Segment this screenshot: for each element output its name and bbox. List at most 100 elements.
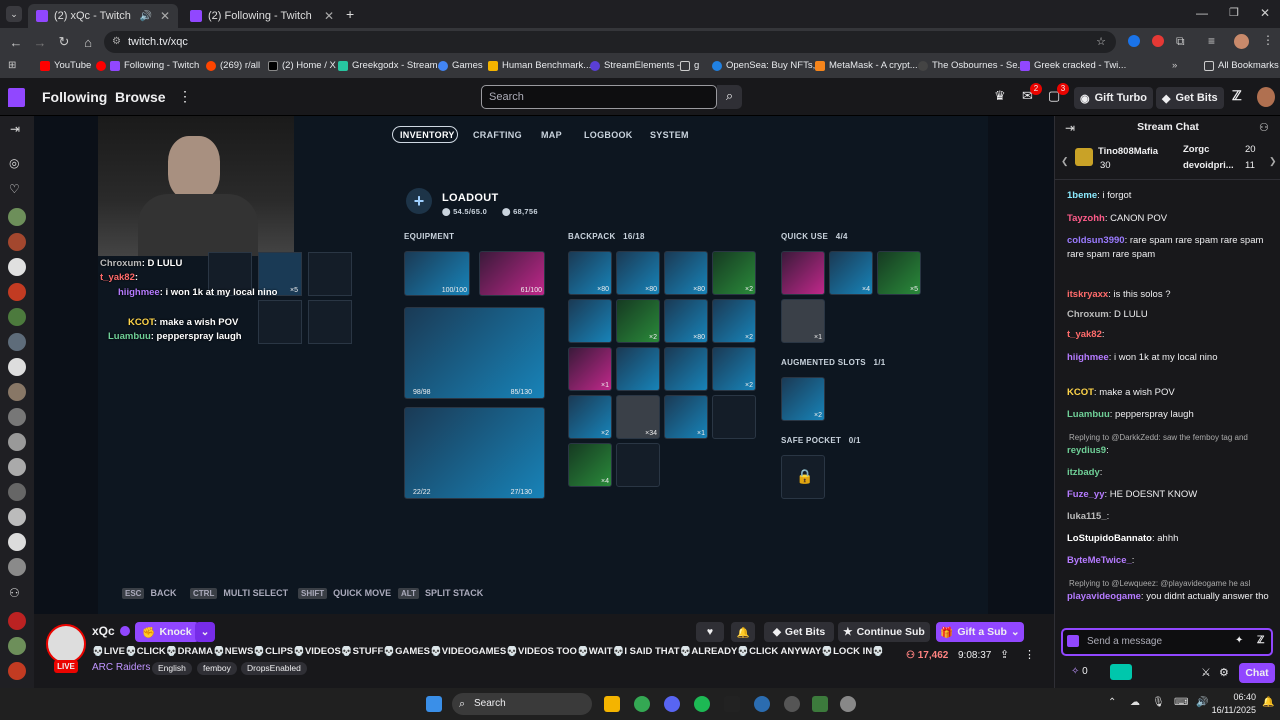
quick-use-slot[interactable] [781, 251, 825, 295]
notification-bell-button[interactable]: 🔔 [731, 622, 755, 642]
channel-avatar[interactable] [8, 283, 26, 301]
add-friend-icon[interactable]: ⚇ [9, 586, 20, 600]
app-icon[interactable] [724, 696, 740, 712]
backpack-slot[interactable]: ×4 [568, 443, 612, 487]
backpack-slot[interactable]: ×80 [568, 251, 612, 295]
backpack-slot[interactable]: ×1 [568, 347, 612, 391]
taskbar-search[interactable]: ⌕ Search [452, 693, 592, 715]
discord-icon[interactable] [664, 696, 680, 712]
continue-sub-button[interactable]: ★ Continue Sub [838, 622, 930, 642]
backpack-slot[interactable]: ×2 [568, 395, 612, 439]
chat-username[interactable]: Luambuu [1067, 409, 1110, 420]
backpack-slot[interactable]: ×2 [616, 299, 660, 343]
backpack-slot[interactable] [568, 299, 612, 343]
backpack-slot[interactable]: ×2 [712, 299, 756, 343]
safe-pocket-slot[interactable]: 🔒 [781, 455, 825, 499]
channel-avatar[interactable] [8, 612, 26, 630]
minimize-icon[interactable]: — [1196, 6, 1208, 20]
stream-category[interactable]: ARC Raiders [92, 662, 150, 673]
new-tab-icon[interactable]: + [346, 6, 354, 22]
clock-time[interactable]: 06:40 [1222, 692, 1256, 702]
twitch-logo-icon[interactable] [8, 88, 25, 107]
chat-username[interactable]: Tayzohh [1067, 213, 1105, 224]
next-icon[interactable]: ❯ [1269, 156, 1277, 167]
tab-xqc[interactable]: (2) xQc - Twitch 🔊 ✕ [28, 4, 178, 28]
chat-username[interactable]: itzbady [1067, 467, 1100, 478]
url-field[interactable]: ⚙ twitch.tv/xqc ☆ [104, 31, 1116, 53]
channel-avatar[interactable] [8, 333, 26, 351]
channel-avatar[interactable] [8, 308, 26, 326]
channel-avatar[interactable] [8, 408, 26, 426]
tray-chevron-icon[interactable]: ⌃ [1108, 697, 1116, 708]
prev-icon[interactable]: ❮ [1061, 156, 1069, 167]
recommended-icon[interactable]: ◎ [9, 156, 19, 170]
backpack-slot[interactable] [664, 347, 708, 391]
chat-users-icon[interactable]: ⚇ [1259, 121, 1269, 134]
channel-avatar[interactable] [8, 533, 26, 551]
bookmark[interactable]: (269) r/all [206, 60, 260, 71]
channel-avatar[interactable] [8, 233, 26, 251]
bookmark[interactable]: (2) Home / X [268, 60, 336, 71]
bookmark-folder[interactable]: g [680, 60, 699, 71]
augmented-slot[interactable]: ×2 [781, 377, 825, 421]
nav-following[interactable]: Following [42, 89, 107, 105]
knock-dropdown[interactable]: ⌄ [195, 622, 215, 642]
bookmark[interactable]: MetaMask - A crypt... [815, 60, 918, 71]
cloud-icon[interactable]: ☁ [1130, 697, 1140, 708]
audio-icon[interactable]: 🔊 [139, 11, 151, 22]
channel-avatar[interactable] [8, 662, 26, 680]
tab-following[interactable]: (2) Following - Twitch ✕ [182, 4, 342, 28]
backpack-slot[interactable]: ×80 [664, 251, 708, 295]
backpack-slot[interactable] [616, 347, 660, 391]
back-icon[interactable]: ← [4, 35, 28, 50]
backpack-slot[interactable]: ×2 [712, 347, 756, 391]
site-info-icon[interactable]: ⚙ [112, 31, 121, 53]
share-icon[interactable]: ⇪ [1000, 648, 1009, 661]
tag[interactable]: DropsEnabled [241, 662, 307, 675]
channel-avatar[interactable] [8, 208, 26, 226]
backpack-slot[interactable]: ×80 [616, 251, 660, 295]
app-icon[interactable] [812, 696, 828, 712]
chat-username[interactable]: luka115_ [1067, 511, 1107, 522]
reload-icon[interactable]: ↻ [52, 34, 76, 50]
follow-heart-button[interactable]: ♥ [696, 622, 724, 642]
close-window-icon[interactable]: ✕ [1260, 6, 1270, 20]
tag[interactable]: English [152, 662, 192, 675]
spotify-icon[interactable] [694, 696, 710, 712]
heart-icon[interactable]: ♡ [9, 182, 20, 196]
backpack-slot[interactable]: ×2 [712, 251, 756, 295]
backpack-slot[interactable]: ×34 [616, 395, 660, 439]
channel-avatar[interactable] [8, 558, 26, 576]
search-input[interactable]: Search [481, 85, 717, 109]
bookmark[interactable]: Greekgodx - Stream... [338, 60, 445, 71]
extension-icon[interactable] [1152, 35, 1164, 47]
emote-icon[interactable]: ℤ [1232, 88, 1242, 104]
chat-username[interactable]: playavideogame [1067, 591, 1141, 602]
maximize-icon[interactable]: ❐ [1229, 6, 1239, 19]
more-bookmarks-icon[interactable]: » [1172, 60, 1177, 71]
app-icon[interactable] [754, 696, 770, 712]
close-tab-icon[interactable]: ✕ [160, 9, 170, 23]
chat-username[interactable]: coldsun3990 [1067, 235, 1125, 246]
backpack-slot[interactable] [712, 395, 756, 439]
all-bookmarks[interactable]: All Bookmarks [1204, 60, 1279, 71]
weapon-slot-1[interactable]: 98/98 85/130 [404, 307, 545, 399]
start-icon[interactable] [426, 696, 442, 712]
extension-icon[interactable] [1128, 35, 1140, 47]
chat-send-button[interactable]: Chat [1239, 663, 1275, 683]
network-icon[interactable]: ⌨ [1174, 697, 1188, 708]
crown-prime-icon[interactable]: ♛ [994, 88, 1006, 104]
profile-avatar[interactable] [1234, 34, 1249, 49]
notifications-icon[interactable]: 🔔 [1262, 697, 1274, 708]
bookmark[interactable]: StreamElements - [590, 60, 680, 71]
close-tab-icon[interactable]: ✕ [324, 9, 334, 23]
settings-icon[interactable]: ⚙ [1219, 666, 1229, 679]
channel-name[interactable]: xQc [92, 624, 115, 638]
knock-button[interactable]: ✊ Knock [135, 622, 199, 642]
weapon-slot-2[interactable]: 22/22 27/130 [404, 407, 545, 499]
expand-sidebar-icon[interactable]: ⇥ [10, 122, 20, 136]
channel-avatar[interactable] [8, 458, 26, 476]
channel-avatar[interactable] [8, 358, 26, 376]
bookmark-star-icon[interactable]: ☆ [1096, 31, 1106, 53]
chat-username[interactable]: itskryaxx [1067, 289, 1108, 300]
